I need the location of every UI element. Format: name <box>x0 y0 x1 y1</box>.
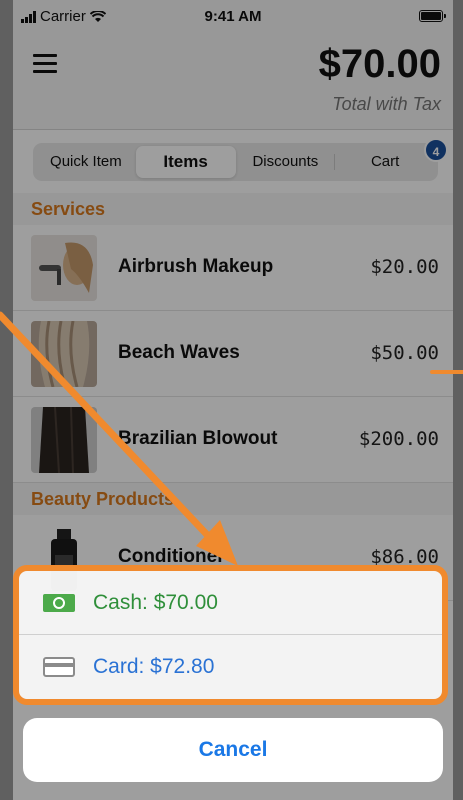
cancel-button[interactable]: Cancel <box>23 718 443 782</box>
card-payment-button[interactable]: Card: $72.80 <box>19 635 442 699</box>
card-label: Card: $72.80 <box>93 655 215 678</box>
card-icon <box>43 657 75 677</box>
app-screen: Carrier 9:41 AM $70.00 Total with Tax Qu… <box>13 0 453 800</box>
cash-payment-button[interactable]: Cash: $70.00 <box>19 571 442 635</box>
cash-icon <box>43 593 75 612</box>
cash-label: Cash: $70.00 <box>93 590 218 614</box>
payment-action-sheet: Cash: $70.00 Card: $72.80 <box>13 565 448 705</box>
